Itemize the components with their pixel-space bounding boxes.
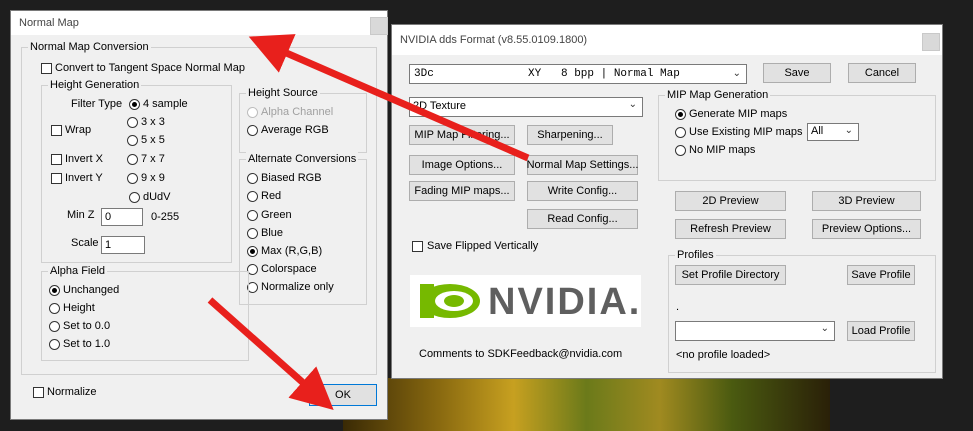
annotation-arrows [207, 34, 530, 410]
arrow-to-ok [207, 297, 334, 410]
arrow-to-title [248, 34, 530, 162]
